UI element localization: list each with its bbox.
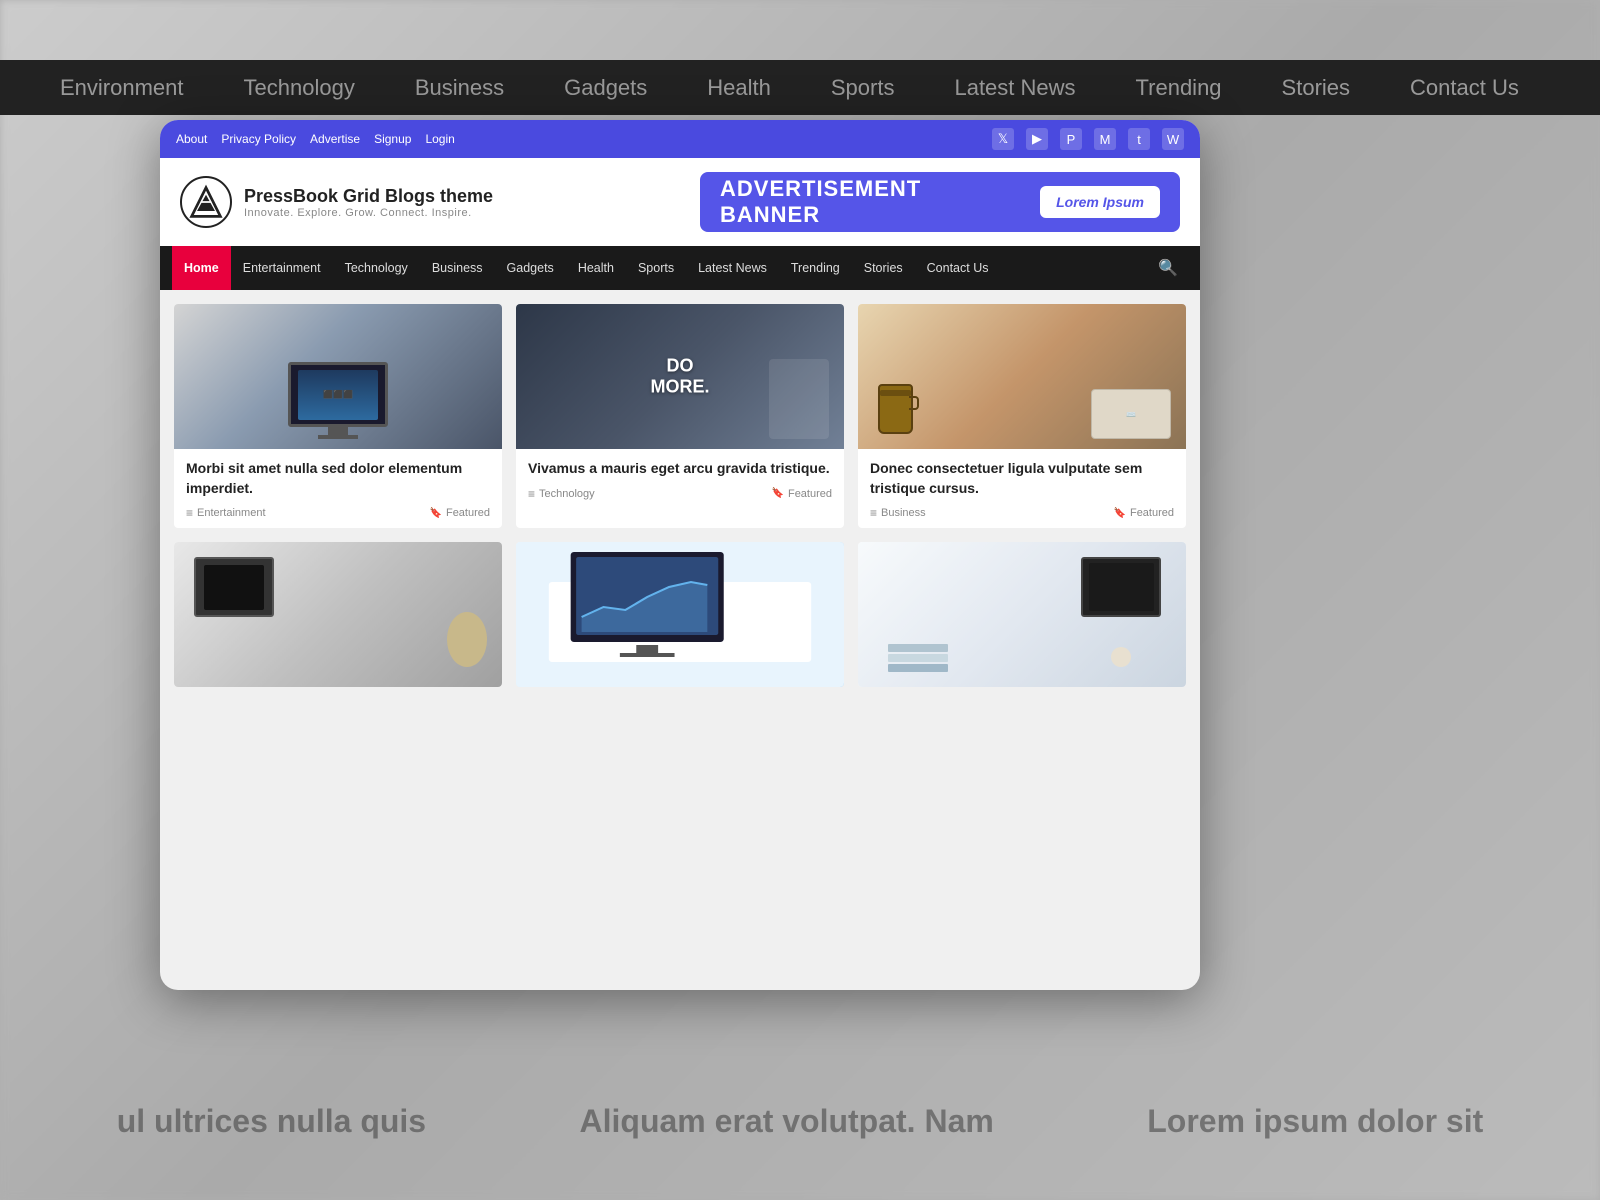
main-card: About Privacy Policy Advertise Signup Lo… — [160, 120, 1200, 990]
medium-icon[interactable]: M — [1094, 128, 1116, 150]
utility-bar: About Privacy Policy Advertise Signup Lo… — [160, 120, 1200, 158]
article-badge: Featured — [1114, 507, 1174, 519]
tumblr-icon[interactable]: t — [1128, 128, 1150, 150]
bg-nav-item: Environment — [60, 75, 184, 101]
article-image-6 — [858, 542, 1186, 687]
nav-home[interactable]: Home — [172, 246, 231, 290]
nav-entertainment[interactable]: Entertainment — [231, 246, 333, 290]
utility-nav: About Privacy Policy Advertise Signup Lo… — [176, 132, 455, 146]
main-nav: Home Entertainment Technology Business G… — [160, 246, 1200, 290]
article-image-4 — [174, 542, 502, 687]
nav-trending[interactable]: Trending — [779, 246, 852, 290]
article-body: Morbi sit amet nulla sed dolor elementum… — [174, 449, 502, 528]
bg-nav-item: Stories — [1282, 75, 1350, 101]
bg-nav-item: Contact Us — [1410, 75, 1519, 101]
site-header: PressBook Grid Blogs theme Innovate. Exp… — [160, 158, 1200, 246]
ad-banner: ADVERTISEMENT BANNER Lorem Ipsum — [700, 172, 1180, 232]
article-meta: Technology Featured — [528, 487, 832, 501]
article-body: Vivamus a mauris eget arcu gravida trist… — [516, 449, 844, 509]
youtube-icon[interactable]: ▶ — [1026, 128, 1048, 150]
article-card — [174, 542, 502, 687]
article-category[interactable]: Business — [870, 506, 926, 520]
article-image-3: ⌨️ — [858, 304, 1186, 449]
login-link[interactable]: Login — [425, 132, 454, 146]
site-info: PressBook Grid Blogs theme Innovate. Exp… — [244, 186, 493, 219]
nav-stories[interactable]: Stories — [852, 246, 915, 290]
site-tagline: Innovate. Explore. Grow. Connect. Inspir… — [244, 207, 493, 219]
bg-text-1: ul ultrices nulla quis — [117, 1103, 426, 1140]
search-icon[interactable]: 🔍 — [1148, 258, 1188, 278]
twitter-icon[interactable]: 𝕏 — [992, 128, 1014, 150]
pinterest-icon[interactable]: P — [1060, 128, 1082, 150]
nav-latest-news[interactable]: Latest News — [686, 246, 779, 290]
nav-contact[interactable]: Contact Us — [915, 246, 1001, 290]
about-link[interactable]: About — [176, 132, 207, 146]
bg-text-2: Aliquam erat volutpat. Nam — [580, 1103, 994, 1140]
article-body: Donec consectetuer ligula vulputate sem … — [858, 449, 1186, 528]
site-branding: PressBook Grid Blogs theme Innovate. Exp… — [180, 176, 493, 228]
article-card: DOMORE. Vivamus a mauris eget arcu gravi… — [516, 304, 844, 528]
social-links: 𝕏 ▶ P M t W — [992, 128, 1184, 150]
advertise-link[interactable]: Advertise — [310, 132, 360, 146]
privacy-link[interactable]: Privacy Policy — [221, 132, 296, 146]
ad-banner-text: ADVERTISEMENT BANNER — [720, 176, 1024, 228]
article-meta: Business Featured — [870, 506, 1174, 520]
do-more-text: DOMORE. — [650, 355, 709, 398]
article-card: ⌨️ Donec consectetuer ligula vulputate s… — [858, 304, 1186, 528]
bg-text-3: Lorem ipsum dolor sit — [1147, 1103, 1483, 1140]
bg-nav-item: Sports — [831, 75, 895, 101]
nav-business[interactable]: Business — [420, 246, 495, 290]
bg-nav-item: Technology — [244, 75, 355, 101]
article-card: ⬛⬛⬛ Morbi sit amet nulla sed dolor eleme… — [174, 304, 502, 528]
article-title: Morbi sit amet nulla sed dolor elementum… — [186, 459, 490, 498]
nav-health[interactable]: Health — [566, 246, 626, 290]
article-badge: Featured — [772, 488, 832, 500]
nav-gadgets[interactable]: Gadgets — [495, 246, 566, 290]
article-image-5 — [516, 542, 844, 687]
article-category[interactable]: Entertainment — [186, 506, 266, 520]
bg-bottom-text: ul ultrices nulla quis Aliquam erat volu… — [0, 1103, 1600, 1140]
bg-nav-item: Health — [707, 75, 771, 101]
article-meta: Entertainment Featured — [186, 506, 490, 520]
article-title: Vivamus a mauris eget arcu gravida trist… — [528, 459, 832, 479]
article-title: Donec consectetuer ligula vulputate sem … — [870, 459, 1174, 498]
article-badge: Featured — [430, 507, 490, 519]
bg-nav-item: Trending — [1136, 75, 1222, 101]
article-card — [516, 542, 844, 687]
bg-nav-item: Gadgets — [564, 75, 647, 101]
bg-nav-item: Business — [415, 75, 504, 101]
article-category[interactable]: Technology — [528, 487, 595, 501]
content-grid: ⬛⬛⬛ Morbi sit amet nulla sed dolor eleme… — [160, 290, 1200, 701]
article-image-2: DOMORE. — [516, 304, 844, 449]
signup-link[interactable]: Signup — [374, 132, 411, 146]
article-card — [858, 542, 1186, 687]
bg-nav-item: Latest News — [954, 75, 1075, 101]
nav-sports[interactable]: Sports — [626, 246, 686, 290]
site-name: PressBook Grid Blogs theme — [244, 186, 493, 207]
article-image-1: ⬛⬛⬛ — [174, 304, 502, 449]
wordpress-icon[interactable]: W — [1162, 128, 1184, 150]
site-logo — [180, 176, 232, 228]
bg-top-bar: Environment Technology Business Gadgets … — [0, 60, 1600, 115]
nav-technology[interactable]: Technology — [333, 246, 420, 290]
ad-banner-button[interactable]: Lorem Ipsum — [1040, 186, 1160, 218]
